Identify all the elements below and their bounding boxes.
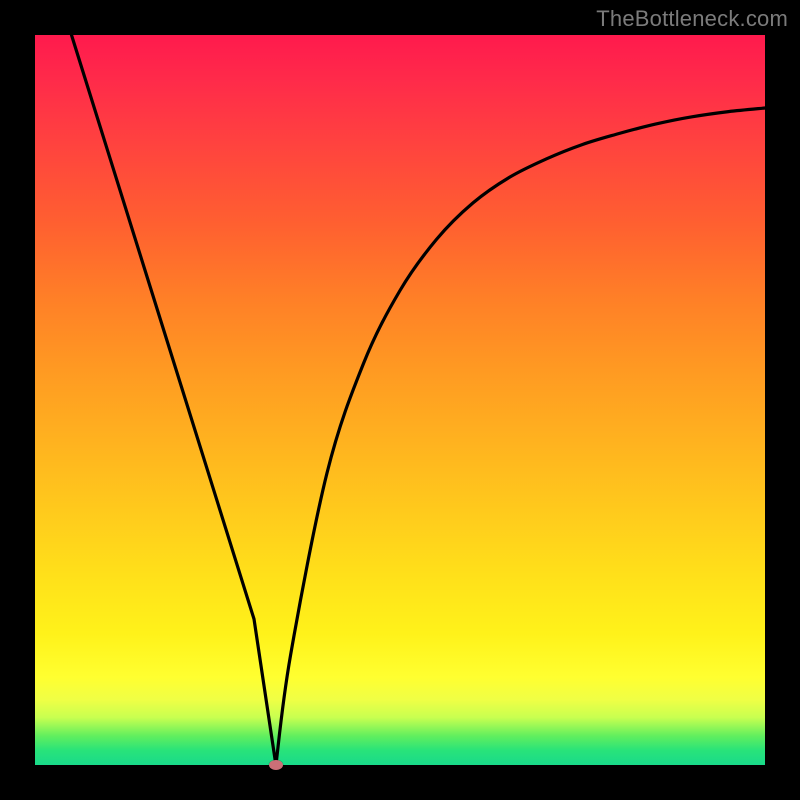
chart-frame: TheBottleneck.com bbox=[0, 0, 800, 800]
bottleneck-curve bbox=[35, 35, 765, 765]
curve-path bbox=[72, 35, 766, 765]
optimal-point-marker bbox=[269, 760, 283, 770]
plot-area bbox=[35, 35, 765, 765]
watermark-text: TheBottleneck.com bbox=[596, 6, 788, 32]
